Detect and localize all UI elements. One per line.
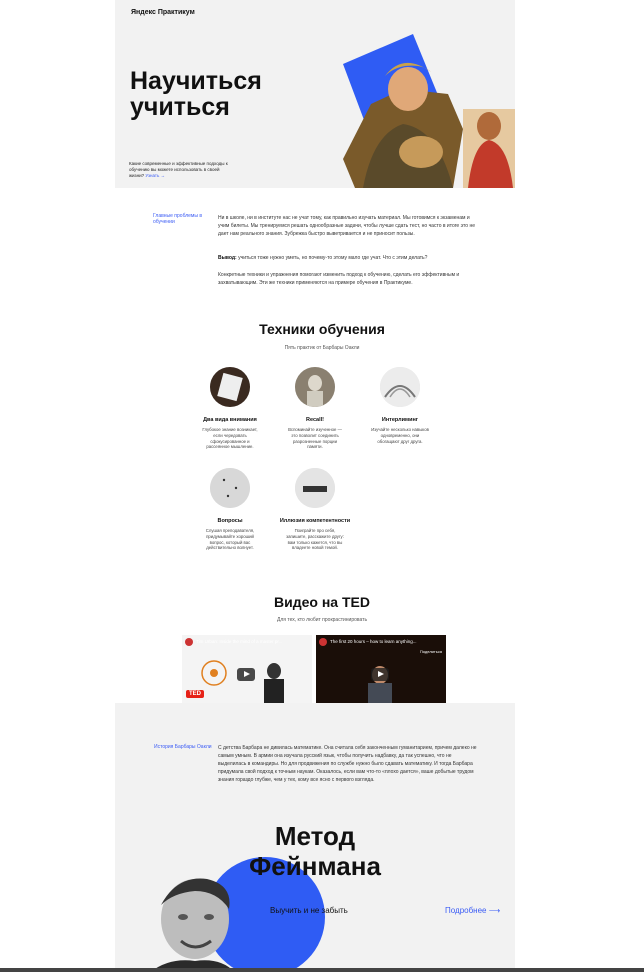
feynman-section: История Барбары Оакли С детства Барбара … bbox=[115, 703, 515, 972]
technique-card[interactable]: Два вида внимания Глубокое знание возник… bbox=[190, 367, 270, 450]
technique-name: Вопросы bbox=[217, 518, 243, 524]
technique-image-device bbox=[295, 468, 335, 508]
technique-desc: Вспоминайте изученное — это позволит сое… bbox=[288, 427, 342, 450]
barbara-story: С детства Барбара не дивилась математике… bbox=[218, 745, 477, 783]
channel-avatar[interactable] bbox=[319, 638, 327, 646]
feynman-more-link[interactable]: Подробнее ⟶ bbox=[445, 906, 500, 915]
technique-image-statue bbox=[295, 367, 335, 407]
technique-desc: Изучайте несколько навыков одновременно,… bbox=[371, 427, 429, 444]
share-button[interactable]: Поделиться bbox=[420, 649, 442, 654]
technique-image-dots bbox=[210, 468, 250, 508]
hero-learn-link[interactable]: Узнать → bbox=[145, 173, 165, 178]
play-button[interactable] bbox=[237, 668, 255, 681]
page-title: Научиться учиться bbox=[130, 67, 262, 121]
ted-title: Видео на TED bbox=[274, 594, 370, 610]
intro-side-label: Главные проблемы в обучении bbox=[153, 213, 202, 225]
brand-logo[interactable]: Яндекс Практикум bbox=[131, 9, 195, 16]
play-button[interactable] bbox=[371, 668, 389, 681]
ted-logo: TED bbox=[186, 690, 204, 698]
ted-subtitle: Для тех, кто любит прокрастинировать bbox=[276, 617, 368, 623]
intro-conclusion-label: Вывод: bbox=[218, 255, 237, 261]
channel-avatar[interactable] bbox=[185, 638, 193, 646]
techniques-title: Техники обучения bbox=[259, 321, 385, 337]
hero-painting bbox=[343, 34, 515, 188]
hero-section: Яндекс Практикум Научиться учиться Какие… bbox=[115, 0, 515, 188]
barbara-side-label: История Барбары Оакли bbox=[154, 744, 212, 750]
intro-paragraph-2: Вывод: учиться тоже нужно уметь, но поче… bbox=[218, 254, 478, 262]
technique-desc: Слушая преподавателя, придумывайте хорош… bbox=[205, 528, 255, 551]
techniques-subtitle: Пять практик от Барбары Оакли bbox=[284, 345, 360, 351]
technique-card[interactable]: Интерлиминг Изучайте несколько навыков о… bbox=[360, 367, 440, 444]
technique-image-notes bbox=[210, 367, 250, 407]
intro-conclusion-text: учиться тоже нужно уметь, но почему-то э… bbox=[236, 255, 428, 261]
technique-name: Интерлиминг bbox=[381, 417, 419, 423]
intro-paragraph-1: Ни в школе, ни в институте нас не учат т… bbox=[218, 215, 475, 237]
video-title[interactable]: Tim Urban: Inside the mind of a master p… bbox=[196, 639, 296, 644]
feynman-subtitle: Выучить и не забыть bbox=[270, 906, 348, 915]
hero-subtitle: Какие современные и эффективные подходы … bbox=[129, 161, 229, 179]
video-title[interactable]: The first 20 hours – how to learn anythi… bbox=[330, 639, 430, 644]
technique-card[interactable]: Вопросы Слушая преподавателя, придумывай… bbox=[190, 468, 270, 551]
technique-card[interactable]: Иллюзия компетентности Поиграйте про себ… bbox=[275, 468, 355, 551]
feynman-title: Метод Фейнмана bbox=[249, 821, 381, 881]
technique-name: Recall! bbox=[305, 417, 325, 423]
technique-name: Два вида внимания bbox=[203, 417, 257, 423]
technique-desc: Глубокое знание возникает, если чередова… bbox=[202, 427, 258, 450]
technique-name: Иллюзия компетентности bbox=[279, 518, 351, 524]
technique-image-arches bbox=[380, 367, 420, 407]
technique-card[interactable]: Recall! Вспоминайте изученное — это позв… bbox=[275, 367, 355, 450]
hero-subtitle-text: Какие современные и эффективные подходы … bbox=[129, 161, 228, 178]
technique-desc: Поиграйте про себя, запишите, расскажите… bbox=[286, 528, 344, 551]
intro-paragraph-3: Конкретные техники и упражнения помогают… bbox=[218, 272, 460, 286]
bottom-bar bbox=[0, 968, 644, 972]
feynman-portrait bbox=[150, 878, 235, 972]
